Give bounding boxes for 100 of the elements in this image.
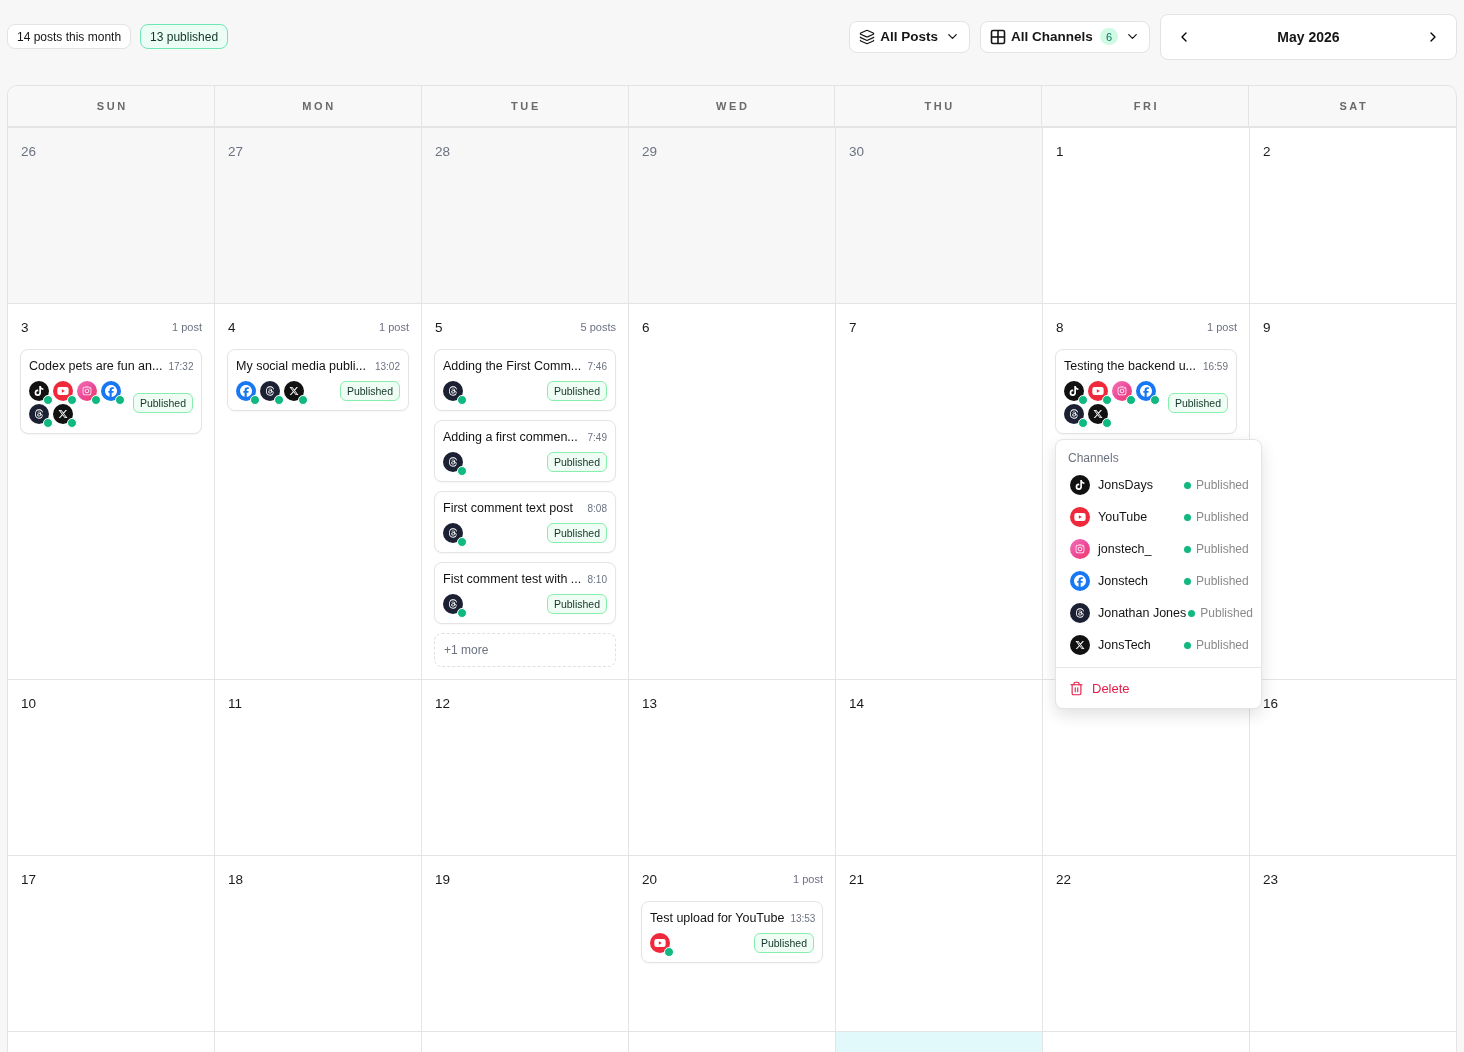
weekday-label: TUE bbox=[510, 100, 541, 112]
day-number: 26 bbox=[20, 143, 37, 159]
day-number: 21 bbox=[848, 871, 865, 887]
status-text: Published bbox=[1196, 574, 1249, 588]
day-number: 5 bbox=[434, 319, 443, 335]
status-tag: Published bbox=[1167, 392, 1228, 413]
post-card[interactable]: Adding the First Comm... 7:46 Published bbox=[434, 349, 616, 411]
post-count: 1 post bbox=[172, 321, 202, 333]
threads-icon bbox=[29, 404, 49, 424]
post-count: 1 post bbox=[1207, 321, 1237, 333]
day-number: 14 bbox=[848, 695, 865, 711]
status-tag: Published bbox=[546, 452, 607, 472]
weekday-label: THU bbox=[923, 100, 955, 112]
post-card[interactable]: Codex pets are fun an... 17:32 Published bbox=[20, 349, 202, 434]
threads-icon bbox=[260, 381, 280, 401]
day-number: 13 bbox=[641, 695, 658, 711]
post-card[interactable]: Test upload for YouTube 13:53 Published bbox=[641, 901, 823, 963]
post-title: First comment text post bbox=[443, 501, 573, 515]
post-time: 17:32 bbox=[168, 360, 194, 372]
post-title: Testing the backend u... bbox=[1064, 359, 1197, 373]
post-time: 7:46 bbox=[587, 360, 607, 372]
facebook-icon bbox=[101, 381, 121, 401]
more-posts-button[interactable]: +1 more bbox=[434, 633, 616, 667]
threads-icon bbox=[1070, 603, 1090, 623]
status-text: Published bbox=[1196, 542, 1249, 556]
weekday-label: SUN bbox=[95, 100, 128, 112]
post-card[interactable]: Adding a first commen... 7:49 Published bbox=[434, 420, 616, 482]
instagram-icon bbox=[77, 381, 97, 401]
day-number: 6 bbox=[641, 319, 650, 335]
post-time: 8:08 bbox=[587, 502, 607, 514]
trash-icon bbox=[1069, 680, 1084, 696]
channel-name: JonsTech bbox=[1098, 638, 1152, 652]
post-time: 8:10 bbox=[587, 573, 607, 585]
day-number: 4 bbox=[227, 319, 236, 335]
day-number: 11 bbox=[227, 695, 242, 711]
threads-icon bbox=[443, 594, 463, 614]
channel-count: 6 bbox=[1099, 28, 1118, 45]
menu-heading: Channels bbox=[1067, 450, 1120, 466]
weekday-label: FRI bbox=[1132, 100, 1160, 112]
post-card[interactable]: Testing the backend u... 16:59 Published bbox=[1055, 349, 1237, 434]
day-number: 28 bbox=[434, 143, 451, 159]
published-count-summary: 13 published bbox=[140, 24, 229, 49]
channel-name: jonstech_ bbox=[1098, 542, 1153, 556]
day-number: 9 bbox=[1262, 319, 1271, 335]
post-time: 13:53 bbox=[790, 912, 816, 924]
youtube-icon bbox=[1070, 507, 1090, 527]
day-number: 23 bbox=[1262, 871, 1279, 887]
status-text: Published bbox=[1196, 478, 1249, 492]
status-text: Published bbox=[1196, 510, 1249, 524]
day-number: 19 bbox=[434, 871, 451, 887]
post-count: 1 post bbox=[379, 321, 409, 333]
channel-name: YouTube bbox=[1098, 510, 1149, 524]
post-time: 7:49 bbox=[587, 431, 607, 443]
post-time: 16:59 bbox=[1202, 360, 1228, 372]
day-number: 29 bbox=[641, 143, 658, 159]
post-title: Fist comment test with ... bbox=[443, 572, 582, 586]
day-number: 16 bbox=[1262, 695, 1279, 711]
post-title: Codex pets are fun an... bbox=[29, 359, 163, 373]
delete-button[interactable]: Delete bbox=[1056, 668, 1261, 708]
status-tag: Published bbox=[546, 594, 607, 614]
day-number: 12 bbox=[434, 695, 451, 711]
status-text: Published bbox=[1200, 606, 1253, 620]
day-number: 18 bbox=[227, 871, 244, 887]
day-number: 27 bbox=[227, 143, 244, 159]
day-number: 1 bbox=[1055, 143, 1064, 159]
day-number: 3 bbox=[20, 319, 29, 335]
post-title: Test upload for YouTube bbox=[650, 911, 785, 925]
tiktok-icon bbox=[29, 381, 49, 401]
tiktok-icon bbox=[1064, 381, 1084, 401]
post-title: My social media publi... bbox=[236, 359, 366, 373]
post-card[interactable]: My social media publi... 13:02 Published bbox=[227, 349, 409, 411]
status-tag: Published bbox=[753, 933, 814, 953]
facebook-icon bbox=[236, 381, 256, 401]
x-logo-icon bbox=[284, 381, 304, 401]
layers-icon bbox=[859, 28, 876, 45]
x-logo-icon bbox=[53, 404, 73, 424]
threads-icon bbox=[1064, 404, 1084, 424]
day-number: 22 bbox=[1055, 871, 1072, 887]
month-label: May 2026 bbox=[1277, 28, 1340, 45]
instagram-icon bbox=[1070, 539, 1090, 559]
instagram-icon bbox=[1112, 381, 1132, 401]
day-number: 20 bbox=[641, 871, 658, 887]
channels-filter-button[interactable]: All Channels 6 bbox=[980, 20, 1150, 53]
threads-icon bbox=[443, 452, 463, 472]
status-tag: Published bbox=[546, 523, 607, 543]
post-card[interactable]: First comment text post 8:08 Published bbox=[434, 491, 616, 553]
status-tag: Published bbox=[132, 392, 193, 413]
day-number: 7 bbox=[848, 319, 857, 335]
facebook-icon bbox=[1136, 381, 1156, 401]
day-number: 8 bbox=[1055, 319, 1064, 335]
threads-icon bbox=[443, 381, 463, 401]
day-number: 30 bbox=[848, 143, 865, 159]
posts-filter-button[interactable]: All Posts bbox=[849, 20, 971, 53]
post-time: 13:02 bbox=[374, 360, 400, 372]
day-number: 17 bbox=[20, 871, 37, 887]
status-text: Published bbox=[1196, 638, 1249, 652]
youtube-icon bbox=[650, 933, 670, 953]
post-card[interactable]: Fist comment test with ... 8:10 Published bbox=[434, 562, 616, 624]
x-logo-icon bbox=[1070, 635, 1090, 655]
youtube-icon bbox=[1088, 381, 1108, 401]
